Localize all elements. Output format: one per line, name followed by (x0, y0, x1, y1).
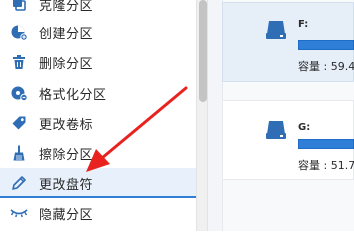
sidebar-item-label: 更改卷标 (39, 117, 94, 133)
sidebar-item-change-drive-letter[interactable]: 更改盘符 (0, 168, 196, 198)
sidebar-item-hide-partition[interactable]: 隐藏分区 (0, 198, 196, 228)
sidebar-item-create-partition[interactable]: 创建分区 (0, 17, 196, 47)
sidebar-item-label: 创建分区 (39, 26, 94, 42)
trash-icon (10, 53, 28, 71)
sidebar-item-format-partition[interactable]: 格式化分区 (0, 78, 196, 108)
sidebar-item-label: 格式化分区 (39, 87, 107, 103)
clone-icon (10, 0, 28, 13)
drive-capacity: 容量 : 51.7 (298, 159, 354, 172)
sidebar-item-delete-partition[interactable]: 删除分区 (0, 47, 196, 77)
tag-icon (10, 114, 28, 132)
drive-usage-bar (298, 139, 354, 149)
format-icon (10, 84, 28, 102)
broom-icon (10, 144, 28, 162)
sidebar: 克隆分区 创建分区 删除分区 格式化分区 更改卷标 擦除分区 更改盘符 隐藏分区 (0, 0, 196, 231)
drive-letter: G: (298, 122, 311, 133)
drive-icon (264, 118, 288, 142)
eye-closed-icon (10, 204, 28, 222)
sidebar-scrollbar[interactable] (196, 0, 208, 231)
pencil-icon (10, 174, 28, 192)
create-partition-icon (10, 23, 28, 41)
drive-letter: F: (298, 19, 309, 30)
drive-icon (264, 18, 288, 42)
sidebar-item-wipe-partition[interactable]: 擦除分区 (0, 138, 196, 168)
drive-capacity: 容量 : 59.4 (298, 60, 354, 73)
sidebar-item-label: 擦除分区 (39, 147, 94, 163)
sidebar-item-label: 隐藏分区 (39, 207, 94, 223)
drive-usage-bar (298, 40, 354, 50)
sidebar-item-label: 删除分区 (39, 56, 94, 72)
sidebar-item-label: 更改盘符 (39, 177, 94, 193)
sidebar-item-label: 克隆分区 (39, 0, 94, 14)
scrollbar-thumb[interactable] (199, 0, 207, 102)
sidebar-item-change-label[interactable]: 更改卷标 (0, 108, 196, 138)
